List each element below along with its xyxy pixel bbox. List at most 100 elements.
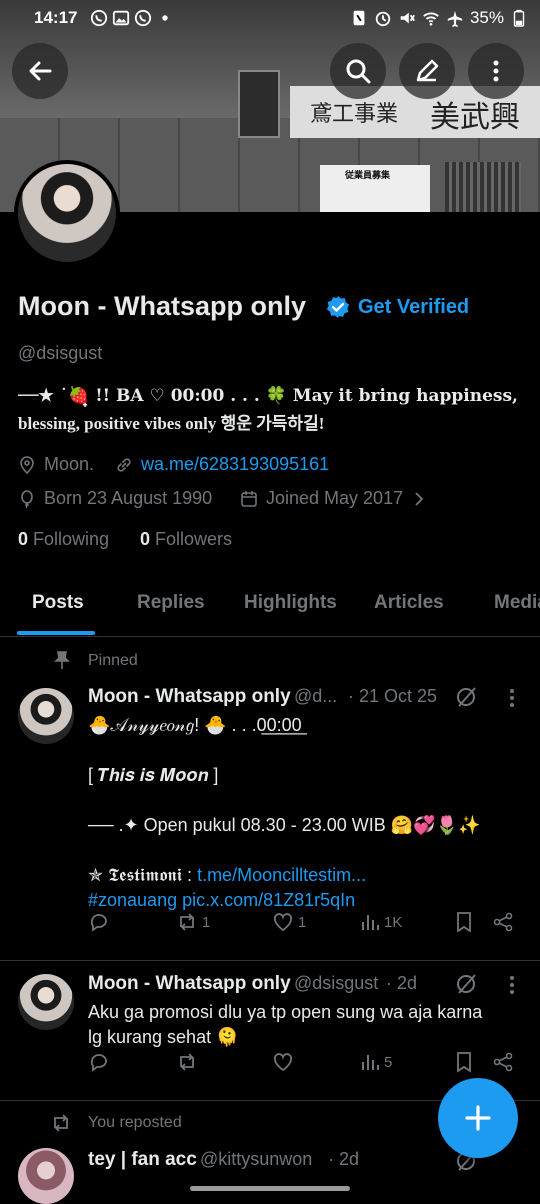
profile-handle: @dsisgust — [18, 343, 103, 363]
website-link[interactable]: wa.me/6283193095161 — [141, 454, 329, 475]
tab-articles[interactable]: Articles — [374, 592, 444, 614]
nfc-icon — [353, 10, 365, 26]
bookmark-icon[interactable] — [454, 1051, 474, 1073]
post-divider — [0, 960, 540, 961]
get-verified-link[interactable]: Get Verified — [358, 296, 469, 319]
edit-button[interactable] — [399, 43, 455, 99]
gallery-icon — [112, 10, 130, 26]
banner-sign-text: 美武興 — [430, 100, 520, 135]
search-icon — [346, 59, 371, 84]
verified-badge-icon[interactable] — [326, 295, 350, 319]
profile-location: Moon. — [18, 454, 94, 475]
post-text-prefix: ✯ 𝕿𝖊𝖘𝖙𝖎𝖒𝖔𝖓𝖎 : — [88, 865, 198, 885]
profile-bio: ──★ ˙🍓̟ !! BA ♡ 00:00 . . . 🍀 May it bri… — [18, 383, 528, 437]
avatar[interactable] — [18, 974, 74, 1030]
post-author-name[interactable]: Moon - Whatsapp only — [88, 973, 291, 995]
post-date[interactable]: · 2d — [386, 973, 417, 994]
pin-icon — [54, 651, 70, 669]
tab-highlights[interactable]: Highlights — [244, 592, 337, 614]
repost-button[interactable] — [176, 1051, 202, 1073]
post-author-handle[interactable]: @dsisgust — [294, 973, 378, 994]
bio-line: blessing, positive vibes only 행운 가득하길! — [18, 414, 325, 433]
post-line: 🐣𝒜𝓃𝓎𝓎𝑒𝑜𝓃𝑔! 🐣 . . .0̲0̲:̲0̲0̲ — [88, 715, 302, 735]
grok-icon[interactable] — [455, 686, 477, 708]
profile-joined[interactable]: Joined May 2017 — [240, 488, 427, 509]
profile-name: Moon - Whatsapp only — [18, 291, 306, 321]
avatar[interactable] — [18, 1148, 74, 1204]
airplane-icon — [447, 10, 463, 27]
share-icon[interactable] — [492, 911, 514, 933]
post-link[interactable]: t.me/Mooncilltestim... — [197, 865, 366, 885]
following-link[interactable]: 0 Following — [18, 529, 109, 550]
notification-icons — [90, 9, 174, 27]
following-count: 0 — [18, 529, 29, 549]
reply-button[interactable] — [88, 911, 114, 933]
post-line: ── .✦ Open pukul 08.30 - 23.00 WIB 🤗💞🌷✨ — [88, 815, 481, 835]
avatar[interactable] — [18, 688, 74, 744]
heart-icon — [273, 913, 293, 932]
post-author-name[interactable]: Moon - Whatsapp only — [88, 686, 291, 708]
banner-board-text: 従業員募集 — [345, 170, 391, 180]
share-icon[interactable] — [492, 1051, 514, 1073]
repost-icon — [180, 913, 194, 931]
post-date[interactable]: · 21 Oct 25 — [348, 686, 437, 707]
location-text: Moon. — [44, 454, 95, 474]
post-date[interactable]: · 2d — [328, 1149, 359, 1170]
post-author-handle[interactable]: @kittysunwon — [200, 1149, 312, 1170]
home-gesture-bar[interactable] — [190, 1186, 350, 1191]
reposted-label: You reposted — [88, 1114, 182, 1131]
profile-website[interactable]: wa.me/6283193095161 — [115, 454, 329, 475]
following-label: Following — [33, 529, 110, 549]
post-line: ✯ 𝕿𝖊𝖘𝖙𝖎𝖒𝖔𝖓𝖎 : t.me/Mooncilltestim... — [88, 863, 528, 888]
calendar-icon — [241, 490, 257, 507]
compose-post-button[interactable] — [438, 1078, 518, 1158]
banner-sign-text: 鳶工事業 — [310, 102, 399, 127]
like-button[interactable]: 1 — [272, 911, 306, 933]
back-button[interactable] — [12, 43, 68, 99]
more-vertical-icon — [493, 60, 499, 82]
post-line: [ 𝑻𝒉𝒊𝒔 𝒊𝒔 𝑴𝒐𝒐𝒏 ] — [88, 765, 219, 785]
grok-icon[interactable] — [455, 973, 477, 995]
tab-media[interactable]: Media — [494, 592, 540, 614]
repost-icon — [180, 1053, 194, 1071]
post-author-name[interactable]: tey | fan acc — [88, 1149, 197, 1171]
heart-icon — [273, 1053, 293, 1072]
battery-percent: 35% — [469, 8, 504, 27]
joined-text: Joined May 2017 — [266, 488, 404, 508]
tab-posts[interactable]: Posts — [32, 592, 84, 614]
post-line: Aku ga promosi dlu ya tp open sung wa aj… — [88, 1002, 483, 1022]
tab-replies[interactable]: Replies — [137, 592, 205, 614]
post-hashtag-link[interactable]: #zonauang pic.x.com/81Z81r5qIn — [88, 888, 528, 913]
more-vertical-icon[interactable] — [504, 975, 520, 995]
birthday-text: Born 23 August 1990 — [44, 488, 213, 508]
status-time: 14:17 — [34, 8, 78, 27]
alarm-icon — [375, 11, 391, 27]
views-button[interactable]: 1K — [360, 912, 402, 932]
repost-button[interactable]: 1 — [176, 911, 210, 933]
followers-link[interactable]: 0 Followers — [140, 529, 232, 550]
more-options-button[interactable] — [468, 43, 524, 99]
more-vertical-icon[interactable] — [504, 688, 520, 708]
system-icons: 35% — [350, 8, 528, 28]
reply-button[interactable] — [88, 1051, 114, 1073]
whatsapp-icon — [90, 9, 108, 27]
followers-label: Followers — [155, 529, 233, 549]
profile-avatar[interactable] — [14, 160, 120, 266]
back-arrow-icon — [29, 61, 52, 81]
active-tab-indicator — [17, 631, 95, 635]
like-button[interactable] — [272, 1051, 298, 1073]
post-author-handle[interactable]: @d... — [294, 686, 337, 707]
search-button[interactable] — [330, 43, 386, 99]
bio-line: ──★ ˙🍓̟ !! BA ♡ 00:00 . . . 🍀 May it bri… — [18, 386, 518, 406]
bookmark-icon[interactable] — [454, 911, 474, 933]
followers-count: 0 — [140, 529, 151, 549]
battery-icon — [513, 9, 525, 27]
profile-birthday: Born 23 August 1990 — [18, 488, 212, 509]
post-line: lg kurang sehat 🫠 — [88, 1027, 239, 1047]
views-button[interactable]: 5 — [360, 1052, 392, 1072]
pinned-label: Pinned — [88, 652, 138, 669]
repost-icon — [54, 1114, 68, 1132]
plus-icon — [465, 1105, 491, 1131]
reply-icon — [90, 914, 107, 932]
link-icon — [117, 457, 131, 472]
